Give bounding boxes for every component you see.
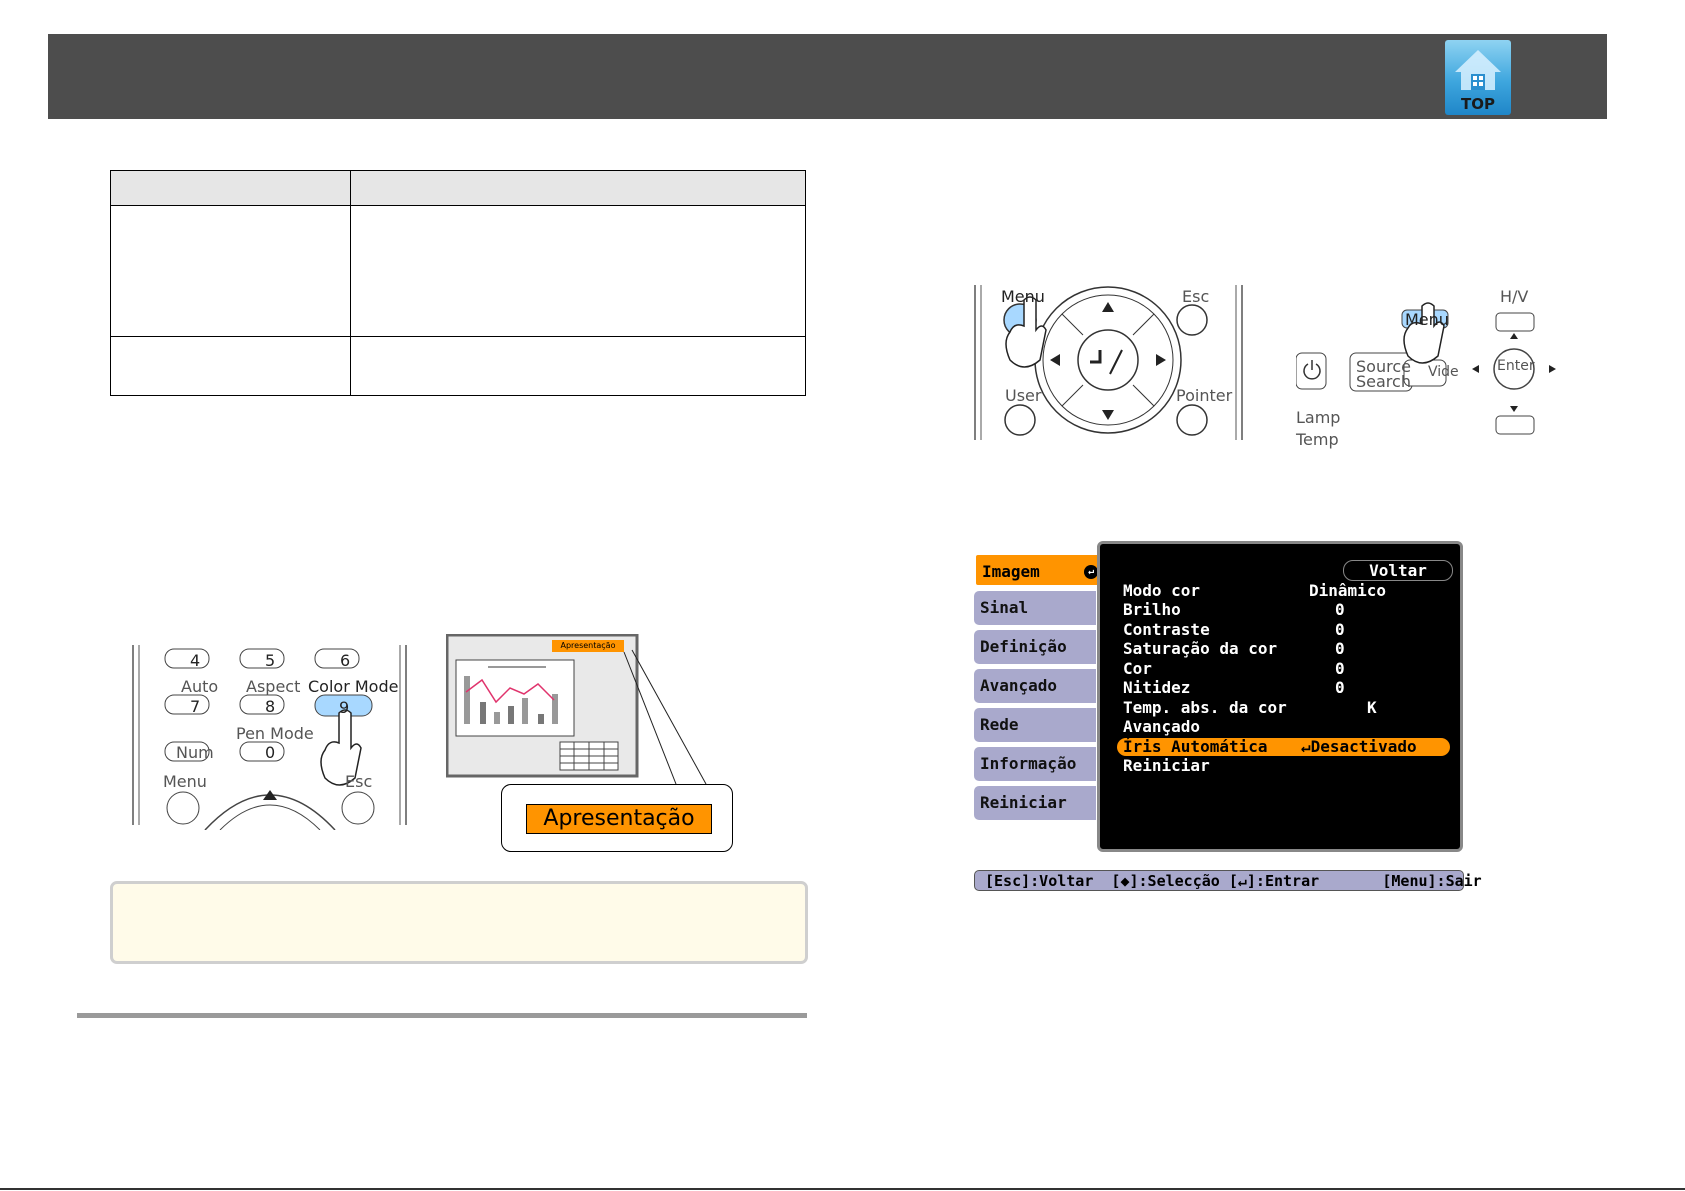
color-mode-callout-label: Apresentação	[526, 804, 712, 834]
osd-tab-reiniciar[interactable]: Reiniciar	[974, 786, 1096, 820]
key-4[interactable]: 4	[190, 651, 200, 670]
osd-row-label: Nitidez	[1123, 678, 1191, 697]
top-button-label: TOP	[1461, 95, 1495, 113]
osd-row-cor[interactable]: Cor 0	[1117, 660, 1450, 678]
osd-row-label: Íris Automática	[1123, 737, 1268, 756]
temp-label: Temp	[1296, 430, 1339, 449]
hv-label: H/V	[1500, 287, 1529, 306]
osd-tab-imagem-label: Imagem	[982, 562, 1040, 581]
table-row-divider	[111, 336, 805, 337]
osd-row-label: Modo cor	[1123, 581, 1201, 600]
menu-key-label: Menu	[163, 772, 207, 791]
note-box	[110, 881, 808, 964]
page-footer-rule	[0, 1188, 1685, 1190]
key-6[interactable]: 6	[340, 651, 350, 670]
color-mode-indicator-small: Apresentação	[552, 640, 624, 652]
remote-control-menu	[974, 285, 1243, 440]
key-5[interactable]: 5	[265, 651, 275, 670]
osd-row-value: 0	[1335, 659, 1345, 678]
color-mode-label: Color Mode	[308, 677, 399, 696]
osd-row-value: K	[1367, 698, 1377, 717]
osd-row-value: 0	[1335, 620, 1345, 639]
user-button-label: User	[1005, 386, 1042, 405]
pen-mode-label: Pen Mode	[236, 724, 314, 743]
osd-row-brilho[interactable]: Brilho 0	[1117, 601, 1450, 619]
osd-row-label: Reiniciar	[1123, 756, 1210, 775]
settings-table	[110, 170, 806, 396]
key-7[interactable]: 7	[190, 697, 200, 716]
osd-row-reiniciar[interactable]: Reiniciar	[1117, 757, 1450, 775]
enter-icon: ↵	[1084, 565, 1098, 579]
search-label: Search	[1356, 372, 1411, 391]
osd-row-saturacao[interactable]: Saturação da cor 0	[1117, 640, 1450, 658]
esc-key-label: Esc	[345, 772, 373, 791]
wide-label: Vide	[1428, 364, 1459, 380]
osd-tab-definicao[interactable]: Definição	[974, 630, 1096, 664]
osd-row-label: Brilho	[1123, 600, 1181, 619]
osd-back-button[interactable]: Voltar	[1343, 560, 1453, 581]
table-header-row	[111, 171, 805, 206]
page-header-bar	[48, 34, 1607, 119]
osd-tab-avancado[interactable]: Avançado	[974, 669, 1096, 703]
osd-row-iris-automatica[interactable]: Íris Automática ↵Desactivado	[1117, 738, 1450, 756]
osd-row-label: Temp. abs. da cor	[1123, 698, 1287, 717]
enter-label: Enter	[1497, 358, 1535, 374]
osd-tab-imagem[interactable]: Imagem ↵	[974, 553, 1106, 587]
pointer-button-label: Pointer	[1176, 386, 1233, 405]
osd-row-value: 0	[1335, 600, 1345, 619]
osd-row-value: 0	[1335, 678, 1345, 697]
esc-button-label: Esc	[1182, 287, 1210, 306]
osd-row-value: 0	[1335, 639, 1345, 658]
osd-tab-rede[interactable]: Rede	[974, 708, 1096, 742]
color-mode-callout: Apresentação	[501, 784, 733, 852]
osd-row-label: Cor	[1123, 659, 1152, 678]
osd-row-value: Dinâmico	[1309, 581, 1387, 600]
osd-tab-sinal[interactable]: Sinal	[974, 591, 1096, 625]
osd-row-label: Contraste	[1123, 620, 1210, 639]
table-column-divider	[350, 171, 351, 395]
osd-row-modo-cor[interactable]: Modo cor Dinâmico	[1117, 582, 1450, 600]
osd-row-avancado[interactable]: Avançado	[1117, 718, 1450, 736]
top-button[interactable]: TOP	[1445, 40, 1511, 115]
section-divider	[77, 1013, 807, 1018]
panel-menu-button-label: Menu	[1405, 310, 1449, 329]
osd-row-nitidez[interactable]: Nitidez 0	[1117, 679, 1450, 697]
auto-label: Auto	[181, 677, 219, 696]
projection-screen-illustration	[446, 634, 707, 784]
osd-key-guide: [Esc]:Voltar [◆]:Selecção [↵]:Entrar [Me…	[974, 870, 1482, 891]
key-8[interactable]: 8	[265, 697, 275, 716]
osd-row-contraste[interactable]: Contraste 0	[1117, 621, 1450, 639]
osd-row-temp-cor[interactable]: Temp. abs. da cor K	[1117, 699, 1450, 717]
osd-row-label: Avançado	[1123, 717, 1201, 736]
color-mode-key-9[interactable]: 9	[339, 698, 349, 717]
num-key[interactable]: Num	[176, 743, 214, 762]
aspect-label: Aspect	[246, 677, 301, 696]
lamp-label: Lamp	[1296, 408, 1341, 427]
osd-row-value: ↵Desactivado	[1301, 737, 1417, 756]
menu-button-label: Menu	[1001, 287, 1045, 306]
osd-row-label: Saturação da cor	[1123, 639, 1278, 658]
osd-tab-informacao[interactable]: Informação	[974, 747, 1096, 781]
key-0[interactable]: 0	[265, 743, 275, 762]
